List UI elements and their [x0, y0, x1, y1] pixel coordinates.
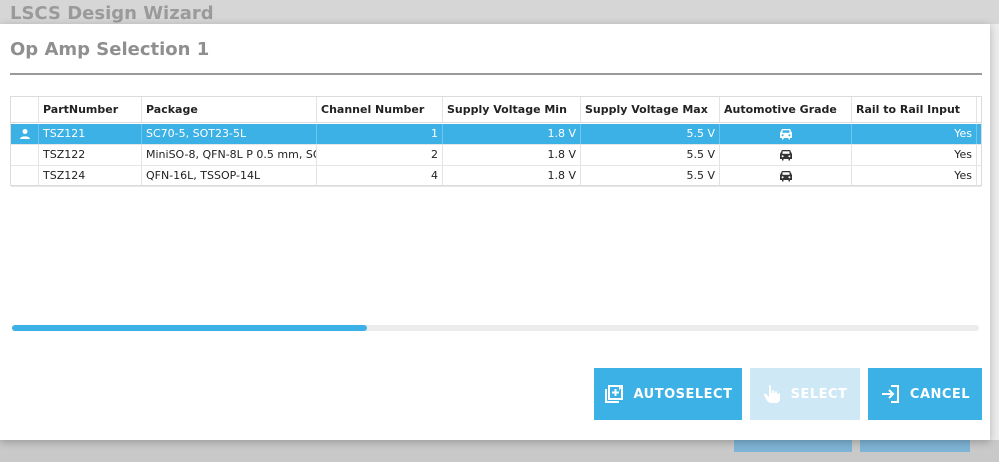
cell-package: QFN-16L, TSSOP-14L	[142, 166, 317, 186]
title-divider	[10, 73, 982, 75]
header-supply-voltage-min[interactable]: Supply Voltage Min	[443, 97, 581, 122]
cell-supply-voltage-max: 5.5 V	[581, 166, 720, 186]
cell-supply-voltage-max: 5.5 V	[581, 145, 720, 165]
cancel-label: CANCEL	[909, 386, 971, 402]
cell-package: SC70-5, SOT23-5L	[142, 124, 317, 144]
hand-pointer-icon	[763, 385, 780, 403]
exit-icon	[881, 385, 899, 403]
row-selector[interactable]	[11, 124, 39, 144]
row-selector[interactable]	[11, 145, 39, 165]
cell-part-number: TSZ122	[39, 145, 142, 165]
cell-channel-number: 2	[317, 145, 443, 165]
autoselect-label: AUTOSELECT	[633, 386, 733, 402]
header-channel-number[interactable]: Channel Number	[317, 97, 443, 122]
cell-part-number: TSZ124	[39, 166, 142, 186]
row-selector[interactable]	[11, 166, 39, 186]
cell-channel-number: 4	[317, 166, 443, 186]
cell-automotive-grade	[720, 166, 852, 186]
cancel-button[interactable]: CANCEL	[868, 368, 982, 420]
car-icon	[779, 129, 792, 140]
cell-channel-number: 1	[317, 124, 443, 144]
car-icon	[779, 171, 792, 182]
table-header: PartNumber Package Channel Number Supply…	[11, 97, 981, 123]
autoselect-button[interactable]: AUTOSELECT	[594, 368, 742, 420]
select-label: SELECT	[790, 386, 848, 402]
car-icon	[779, 150, 792, 161]
header-rail-to-rail-input[interactable]: Rail to Rail Input	[852, 97, 977, 122]
cell-supply-voltage-min: 1.8 V	[443, 166, 581, 186]
dialog-title: Op Amp Selection 1	[10, 39, 210, 60]
header-supply-voltage-max[interactable]: Supply Voltage Max	[581, 97, 720, 122]
cell-rail-to-rail-input: Yes	[852, 166, 977, 186]
table-row[interactable]: TSZ124 QFN-16L, TSSOP-14L 4 1.8 V 5.5 V …	[11, 166, 981, 187]
cell-package: MiniSO-8, QFN-8L P 0.5 mm, SO-8	[142, 145, 317, 165]
background-button	[734, 440, 852, 452]
cell-supply-voltage-max: 5.5 V	[581, 124, 720, 144]
table-row[interactable]: TSZ122 MiniSO-8, QFN-8L P 0.5 mm, SO-8 2…	[11, 145, 981, 166]
header-part-number[interactable]: PartNumber	[39, 97, 142, 122]
cell-automotive-grade	[720, 124, 852, 144]
header-automotive-grade[interactable]: Automotive Grade	[720, 97, 852, 122]
autoselect-icon	[604, 385, 623, 403]
horizontal-scrollbar[interactable]	[12, 325, 979, 331]
scrollbar-thumb[interactable]	[12, 325, 367, 331]
cell-automotive-grade	[720, 145, 852, 165]
table-row[interactable]: TSZ121 SC70-5, SOT23-5L 1 1.8 V 5.5 V Ye…	[11, 124, 981, 145]
select-button[interactable]: SELECT	[750, 368, 860, 420]
cell-rail-to-rail-input: Yes	[852, 124, 977, 144]
cell-part-number: TSZ121	[39, 124, 142, 144]
op-amp-table: PartNumber Package Channel Number Supply…	[10, 96, 982, 187]
user-icon	[19, 129, 30, 139]
op-amp-selection-dialog: Op Amp Selection 1 PartNumber Package Ch…	[0, 24, 990, 440]
cell-rail-to-rail-input: Yes	[852, 145, 977, 165]
cell-supply-voltage-min: 1.8 V	[443, 145, 581, 165]
header-selector	[11, 97, 39, 122]
cell-supply-voltage-min: 1.8 V	[443, 124, 581, 144]
header-package[interactable]: Package	[142, 97, 317, 122]
app-title: LSCS Design Wizard	[10, 3, 214, 24]
background-button	[860, 440, 970, 452]
